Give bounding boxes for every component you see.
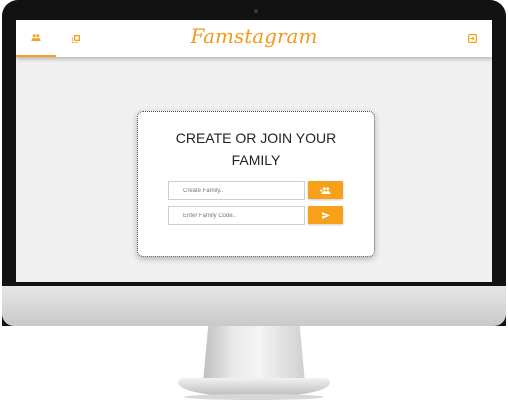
monitor-chin <box>2 286 506 326</box>
group-icon <box>31 34 41 41</box>
create-family-button[interactable] <box>308 181 343 199</box>
camera-dot <box>254 9 258 13</box>
family-card: CREATE OR JOIN YOUR FAMILY <box>137 111 375 257</box>
logout-icon <box>467 34 477 43</box>
tab-photos[interactable] <box>56 20 96 57</box>
logout-button[interactable] <box>452 20 492 57</box>
tab-family[interactable] <box>16 20 56 57</box>
top-navbar: Famstagram <box>16 20 492 57</box>
join-family-button[interactable] <box>308 206 343 224</box>
card-title: CREATE OR JOIN YOUR FAMILY <box>138 127 374 171</box>
monitor-base-shadow <box>184 394 324 400</box>
family-code-input[interactable] <box>168 206 305 225</box>
send-icon <box>321 211 330 219</box>
monitor-stand <box>203 326 305 382</box>
group-add-icon <box>320 186 331 194</box>
create-family-input[interactable] <box>168 181 305 200</box>
card-title-line2: FAMILY <box>231 152 281 168</box>
app-screen: Famstagram CREATE OR JOIN YOUR FAMILY <box>16 20 492 282</box>
app-brand-title: Famstagram <box>190 24 318 48</box>
card-title-line1: CREATE OR JOIN YOUR <box>175 130 337 146</box>
photo-library-icon <box>72 34 80 43</box>
